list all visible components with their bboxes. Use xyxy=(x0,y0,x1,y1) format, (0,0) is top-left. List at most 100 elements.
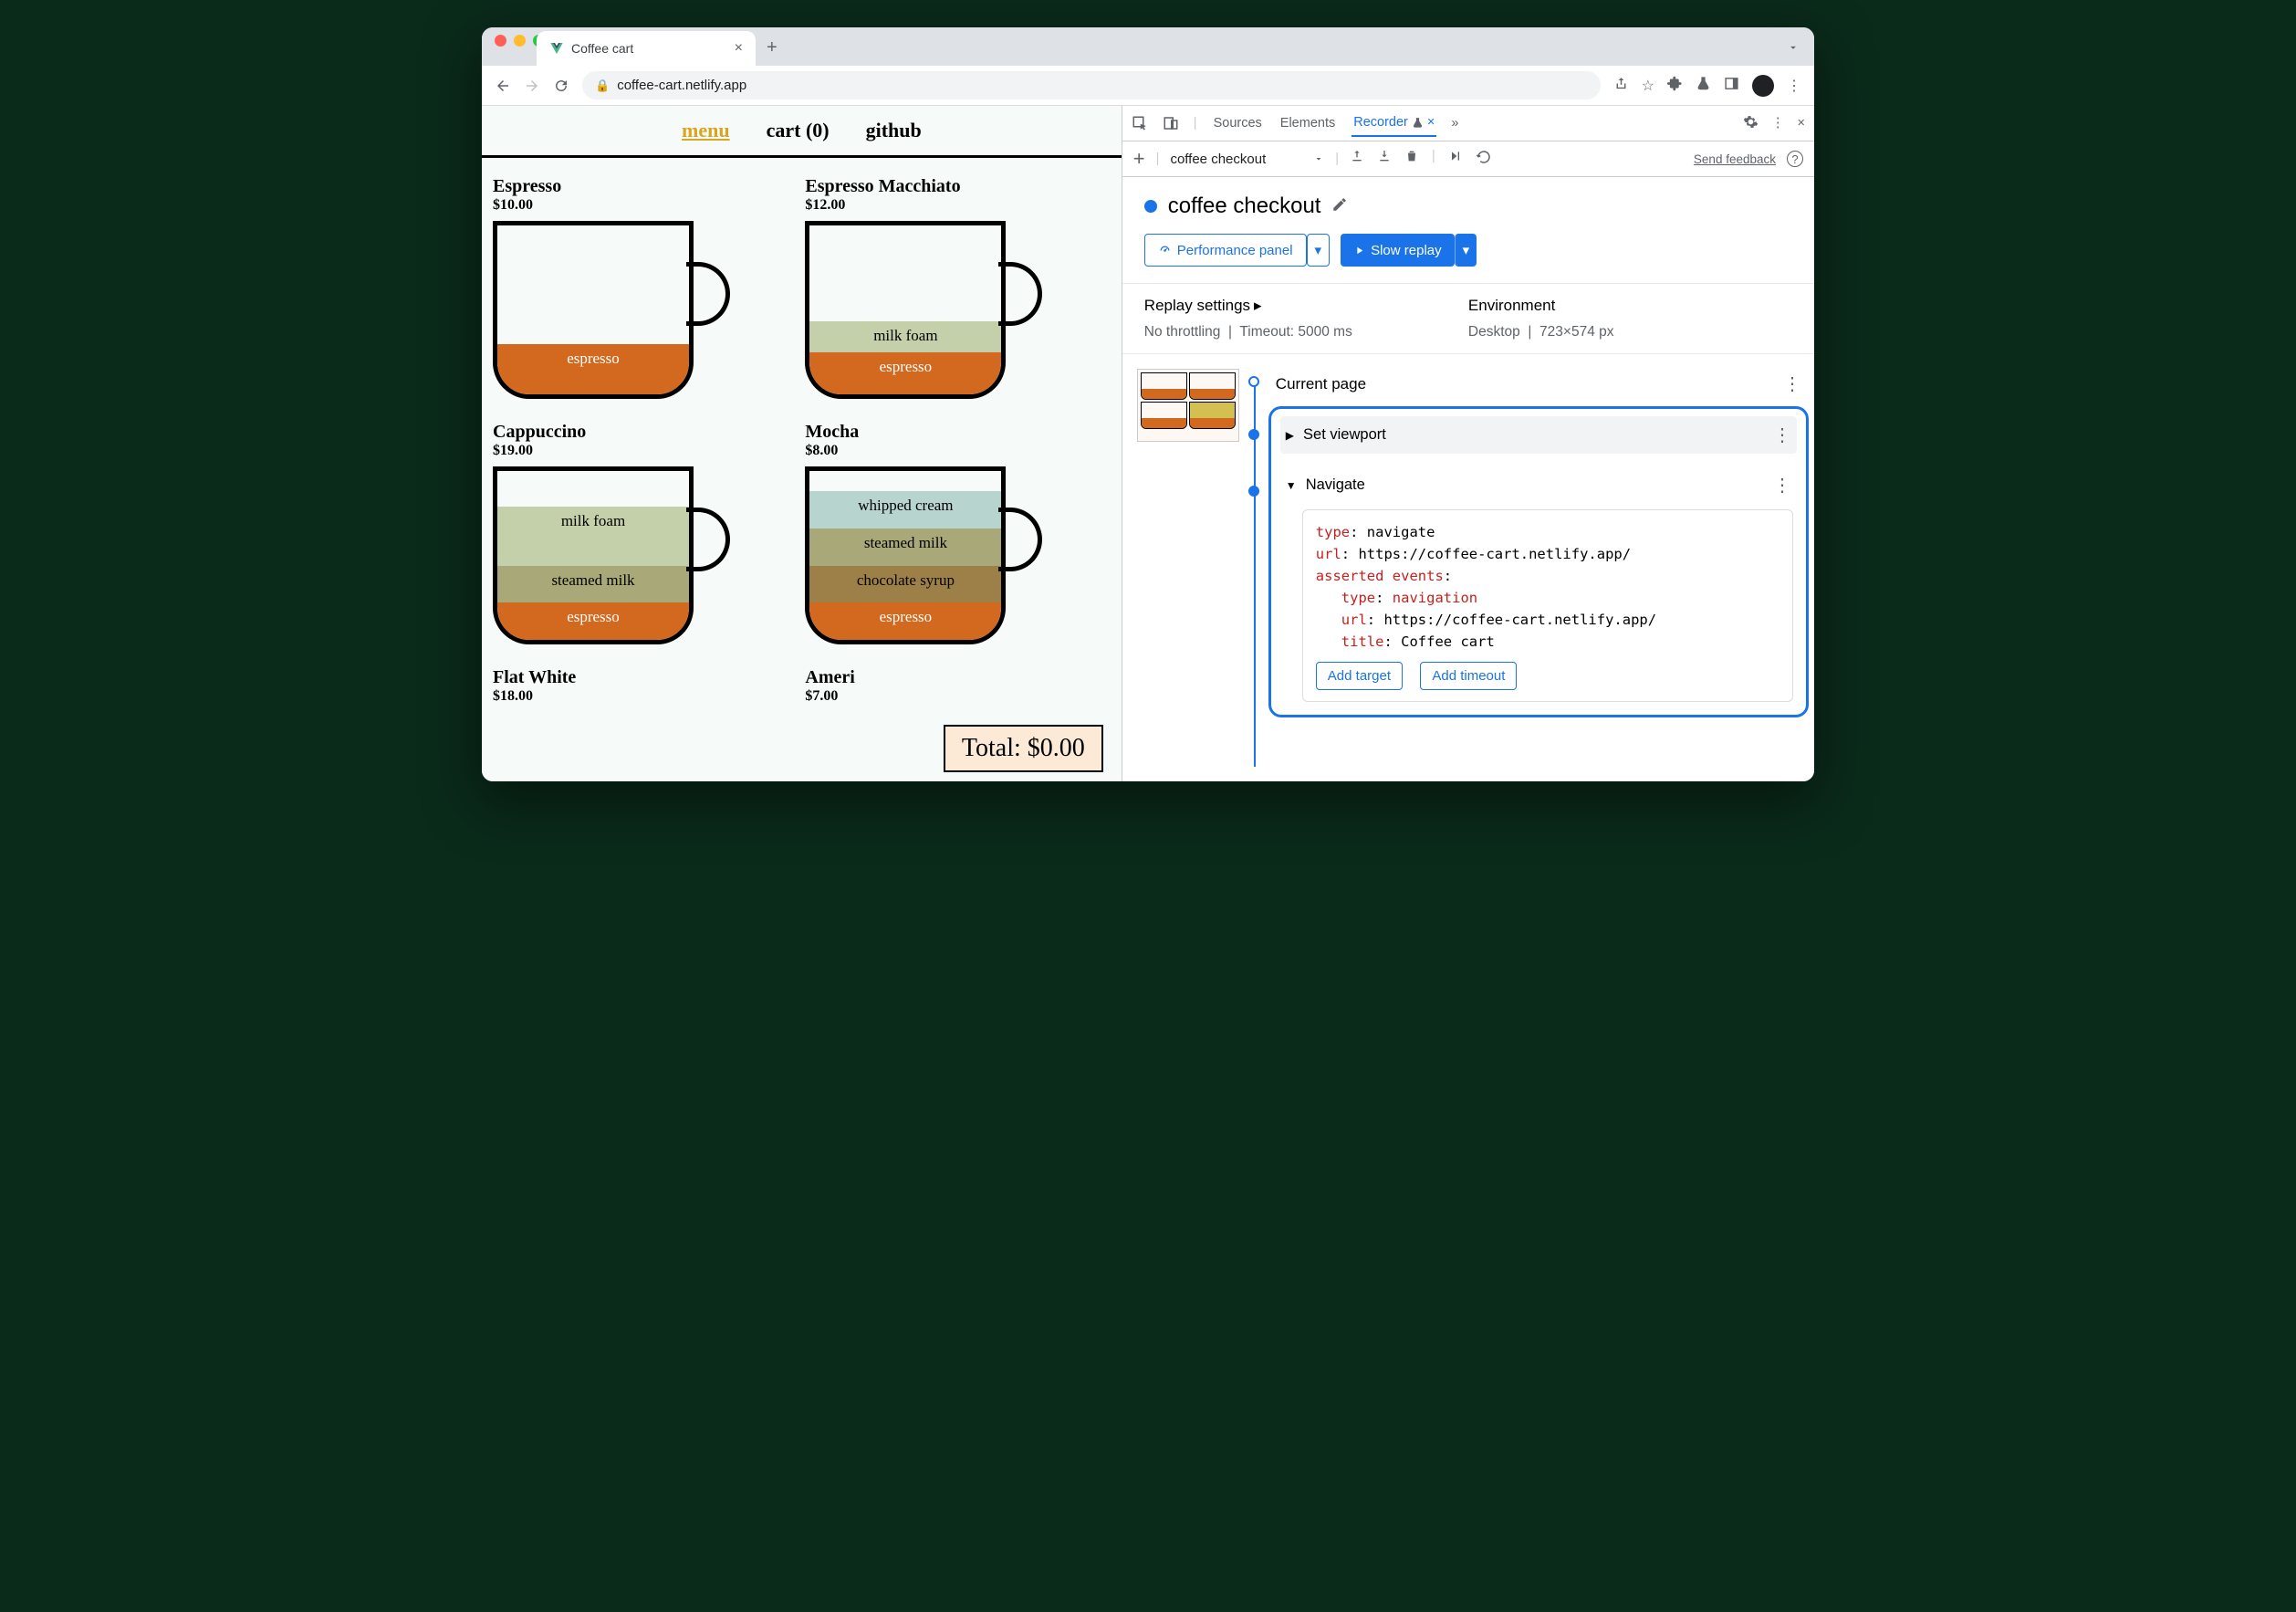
close-icon[interactable]: × xyxy=(1427,115,1435,130)
product-price: $19.00 xyxy=(493,443,798,459)
highlighted-steps: ▶ Set viewport ⋮ ▼ Navigate ⋮ type: navi… xyxy=(1268,406,1809,717)
tab-recorder[interactable]: Recorder × xyxy=(1352,110,1436,137)
url-text: coffee-cart.netlify.app xyxy=(617,78,746,93)
add-timeout-button[interactable]: Add timeout xyxy=(1420,662,1517,690)
step-menu-icon[interactable]: ⋮ xyxy=(1773,424,1791,446)
product-name: Flat White xyxy=(493,667,798,688)
chevron-down-icon: ▼ xyxy=(1286,479,1297,492)
more-tabs-icon[interactable]: » xyxy=(1451,116,1458,131)
forward-button[interactable] xyxy=(524,78,540,94)
edit-icon[interactable] xyxy=(1331,194,1348,219)
help-icon[interactable]: ? xyxy=(1787,151,1803,167)
performance-panel-button[interactable]: Performance panel xyxy=(1144,234,1307,267)
page-viewport: menu cart (0) github Espresso $10.00 esp… xyxy=(482,106,1122,781)
devtools-panel: | Sources Elements Recorder × » ⋮ × + | xyxy=(1122,106,1814,781)
step-details: type: navigate url: https://coffee-cart.… xyxy=(1302,509,1793,702)
share-icon[interactable] xyxy=(1613,76,1629,96)
product-price: $7.00 xyxy=(805,688,1110,705)
tab-title: Coffee cart xyxy=(571,41,727,56)
browser-tab[interactable]: Coffee cart × xyxy=(537,31,756,66)
step-current-page[interactable]: Current page ⋮ xyxy=(1268,369,1809,399)
recorder-toolbar: + | coffee checkout | | Send feedback ? xyxy=(1122,141,1814,177)
product-name: Espresso xyxy=(493,176,798,197)
export-icon[interactable] xyxy=(1350,149,1364,169)
site-nav: menu cart (0) github xyxy=(482,106,1122,158)
product-price: $10.00 xyxy=(493,197,798,214)
recording-title: coffee checkout xyxy=(1168,194,1321,219)
slow-replay-button[interactable]: Slow replay xyxy=(1341,234,1455,267)
product-name: Espresso Macchiato xyxy=(805,176,1110,197)
product-cappuccino[interactable]: Cappuccino $19.00 milk foam steamed milk… xyxy=(493,422,798,649)
devtools-tabs: | Sources Elements Recorder × » ⋮ × xyxy=(1122,106,1814,141)
browser-menu-icon[interactable]: ⋮ xyxy=(1787,77,1801,95)
product-espresso[interactable]: Espresso $10.00 espresso xyxy=(493,176,798,403)
play-icon xyxy=(1353,245,1365,256)
recording-header: coffee checkout Performance panel ▾ xyxy=(1122,177,1814,283)
replay-dropdown[interactable]: ▾ xyxy=(1455,234,1477,267)
product-price: $8.00 xyxy=(805,443,1110,459)
chevron-right-icon: ▸ xyxy=(1254,297,1262,315)
back-button[interactable] xyxy=(495,78,511,94)
product-name: Cappuccino xyxy=(493,422,798,443)
window-close-button[interactable] xyxy=(495,35,506,47)
extensions-icon[interactable] xyxy=(1667,76,1683,96)
labs-icon[interactable] xyxy=(1696,76,1711,96)
gauge-icon xyxy=(1158,244,1172,257)
product-macchiato[interactable]: Espresso Macchiato $12.00 milk foam espr… xyxy=(805,176,1110,403)
tab-sources[interactable]: Sources xyxy=(1212,110,1264,136)
product-name: Mocha xyxy=(805,422,1110,443)
timeline: Current page ⋮ ▶ Set viewport ⋮ ▼ Naviga… xyxy=(1122,354,1814,781)
perf-dropdown[interactable]: ▾ xyxy=(1307,234,1331,267)
product-price: $12.00 xyxy=(805,197,1110,214)
product-mocha[interactable]: Mocha $8.00 whipped cream steamed milk c… xyxy=(805,422,1110,649)
total-badge[interactable]: Total: $0.00 xyxy=(944,725,1103,772)
close-devtools-icon[interactable]: × xyxy=(1798,116,1805,131)
panel-icon[interactable] xyxy=(1724,76,1739,96)
add-icon[interactable]: + xyxy=(1133,147,1145,171)
flask-icon xyxy=(1412,117,1424,129)
settings-row: Replay settings ▸ No throttling | Timeou… xyxy=(1122,283,1814,354)
send-feedback-link[interactable]: Send feedback xyxy=(1694,152,1776,166)
lock-icon: 🔒 xyxy=(595,79,610,93)
product-flatwhite[interactable]: Flat White $18.00 xyxy=(493,667,798,712)
environment-heading: Environment xyxy=(1468,297,1792,315)
delete-icon[interactable] xyxy=(1404,149,1419,169)
tabs-dropdown-icon[interactable] xyxy=(1772,34,1814,66)
device-toggle-icon[interactable] xyxy=(1163,115,1179,131)
loop-icon[interactable] xyxy=(1476,149,1492,169)
recording-select[interactable]: coffee checkout xyxy=(1170,152,1302,167)
address-bar: 🔒 coffee-cart.netlify.app ☆ ⋮ xyxy=(482,66,1814,106)
product-americano[interactable]: Ameri $7.00 xyxy=(805,667,1110,712)
chrome-top: Coffee cart × + xyxy=(482,27,1814,66)
chevron-right-icon: ▶ xyxy=(1286,429,1294,442)
record-indicator-icon xyxy=(1144,200,1157,213)
step-thumbnail[interactable] xyxy=(1137,369,1239,442)
import-icon[interactable] xyxy=(1377,149,1392,169)
replay-settings-heading[interactable]: Replay settings ▸ xyxy=(1144,297,1468,315)
inspect-icon[interactable] xyxy=(1132,115,1148,131)
profile-avatar[interactable] xyxy=(1752,75,1774,97)
reload-button[interactable] xyxy=(553,78,569,94)
chevron-down-icon[interactable] xyxy=(1313,153,1324,164)
step-navigate[interactable]: ▼ Navigate ⋮ xyxy=(1280,466,1797,504)
new-tab-button[interactable]: + xyxy=(756,30,788,66)
url-field[interactable]: 🔒 coffee-cart.netlify.app xyxy=(582,71,1601,99)
nav-menu[interactable]: menu xyxy=(682,119,730,142)
vue-favicon-icon xyxy=(549,41,564,56)
bookmark-icon[interactable]: ☆ xyxy=(1642,77,1654,95)
step-icon[interactable] xyxy=(1448,149,1463,169)
browser-window: Coffee cart × + 🔒 coffee-cart.netlify.ap… xyxy=(482,27,1814,781)
nav-github[interactable]: github xyxy=(866,119,922,142)
product-price: $18.00 xyxy=(493,688,798,705)
add-target-button[interactable]: Add target xyxy=(1316,662,1403,690)
product-name: Ameri xyxy=(805,667,1110,688)
step-menu-icon[interactable]: ⋮ xyxy=(1783,372,1801,395)
settings-icon[interactable] xyxy=(1743,114,1759,133)
step-set-viewport[interactable]: ▶ Set viewport ⋮ xyxy=(1280,416,1797,454)
nav-cart[interactable]: cart (0) xyxy=(767,119,830,142)
tab-close-icon[interactable]: × xyxy=(735,40,743,57)
window-minimize-button[interactable] xyxy=(514,35,526,47)
kebab-icon[interactable]: ⋮ xyxy=(1771,116,1785,131)
tab-elements[interactable]: Elements xyxy=(1278,110,1337,136)
step-menu-icon[interactable]: ⋮ xyxy=(1773,474,1791,497)
